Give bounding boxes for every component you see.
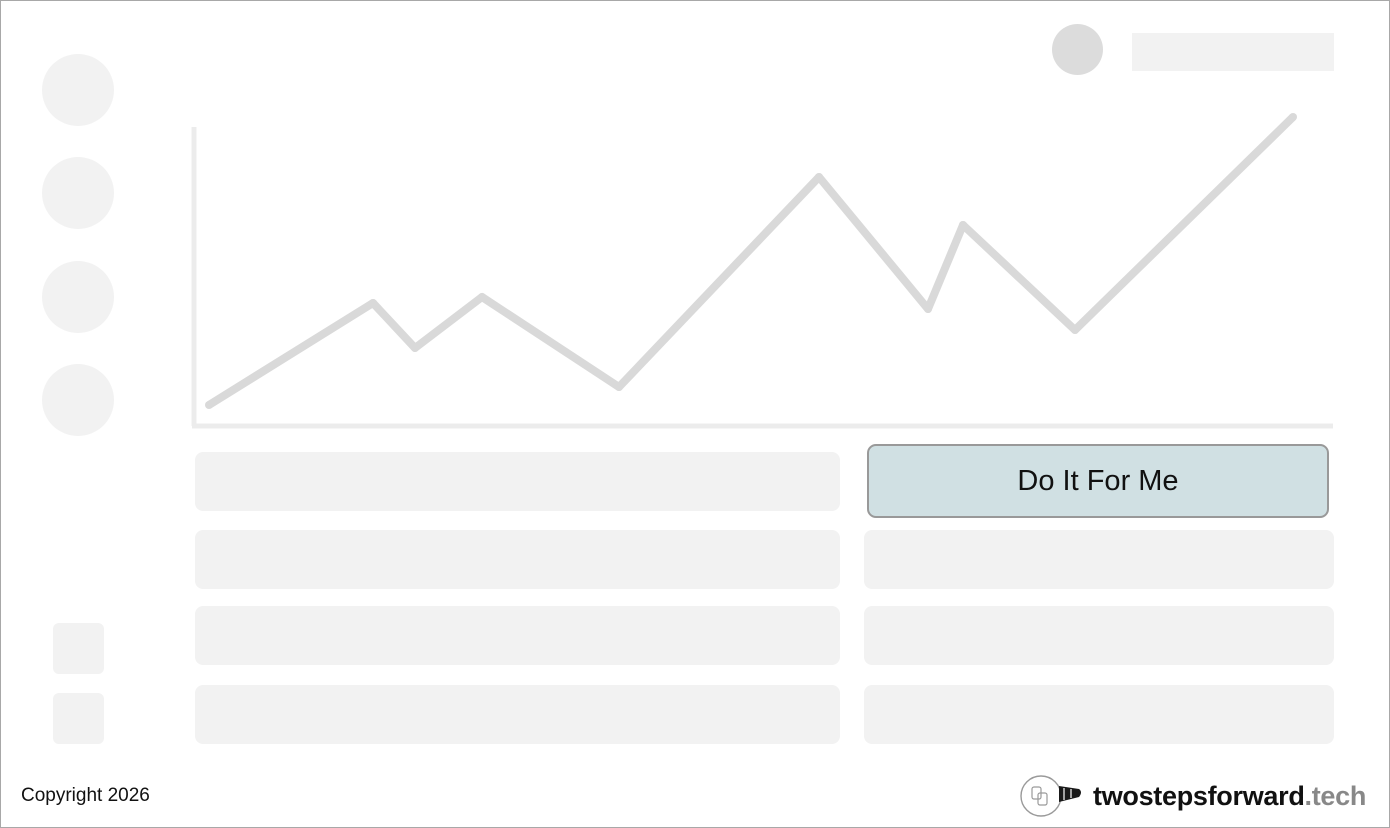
field-placeholder-3[interactable] bbox=[195, 606, 840, 665]
do-it-for-me-button[interactable]: Do It For Me bbox=[867, 444, 1329, 518]
field-placeholder-4[interactable] bbox=[195, 685, 840, 744]
chart-point bbox=[1289, 113, 1297, 121]
brand-logo[interactable]: twostepsforward.tech bbox=[1019, 773, 1366, 819]
chart-point bbox=[1071, 326, 1079, 334]
sidebar-bottom-item-2[interactable] bbox=[53, 693, 104, 744]
field-placeholder-1[interactable] bbox=[195, 452, 840, 511]
chart-point bbox=[615, 383, 623, 391]
chart-point bbox=[205, 401, 213, 409]
chart-point bbox=[815, 173, 823, 181]
field-placeholder-5[interactable] bbox=[864, 530, 1334, 589]
brand-name: twostepsforward.tech bbox=[1093, 781, 1366, 812]
chart-point bbox=[478, 293, 486, 301]
brand-name-main: twostepsforward bbox=[1093, 780, 1305, 811]
field-placeholder-2[interactable] bbox=[195, 530, 840, 589]
chart-point bbox=[924, 305, 932, 313]
chart-point bbox=[959, 221, 967, 229]
chart-point bbox=[411, 344, 419, 352]
brand-name-tld: .tech bbox=[1304, 780, 1367, 811]
field-placeholder-7[interactable] bbox=[864, 685, 1334, 744]
line-chart bbox=[191, 113, 1333, 429]
chart-series-line bbox=[206, 114, 1296, 409]
field-placeholder-6[interactable] bbox=[864, 606, 1334, 665]
chart-point bbox=[369, 299, 377, 307]
app-frame: Do It For Me Copyright 2026 twostepsforw… bbox=[0, 0, 1390, 828]
sidebar-bottom-item-1[interactable] bbox=[53, 623, 104, 674]
lightbulb-footsteps-icon bbox=[1020, 775, 1081, 817]
copyright-text: Copyright 2026 bbox=[21, 785, 150, 806]
